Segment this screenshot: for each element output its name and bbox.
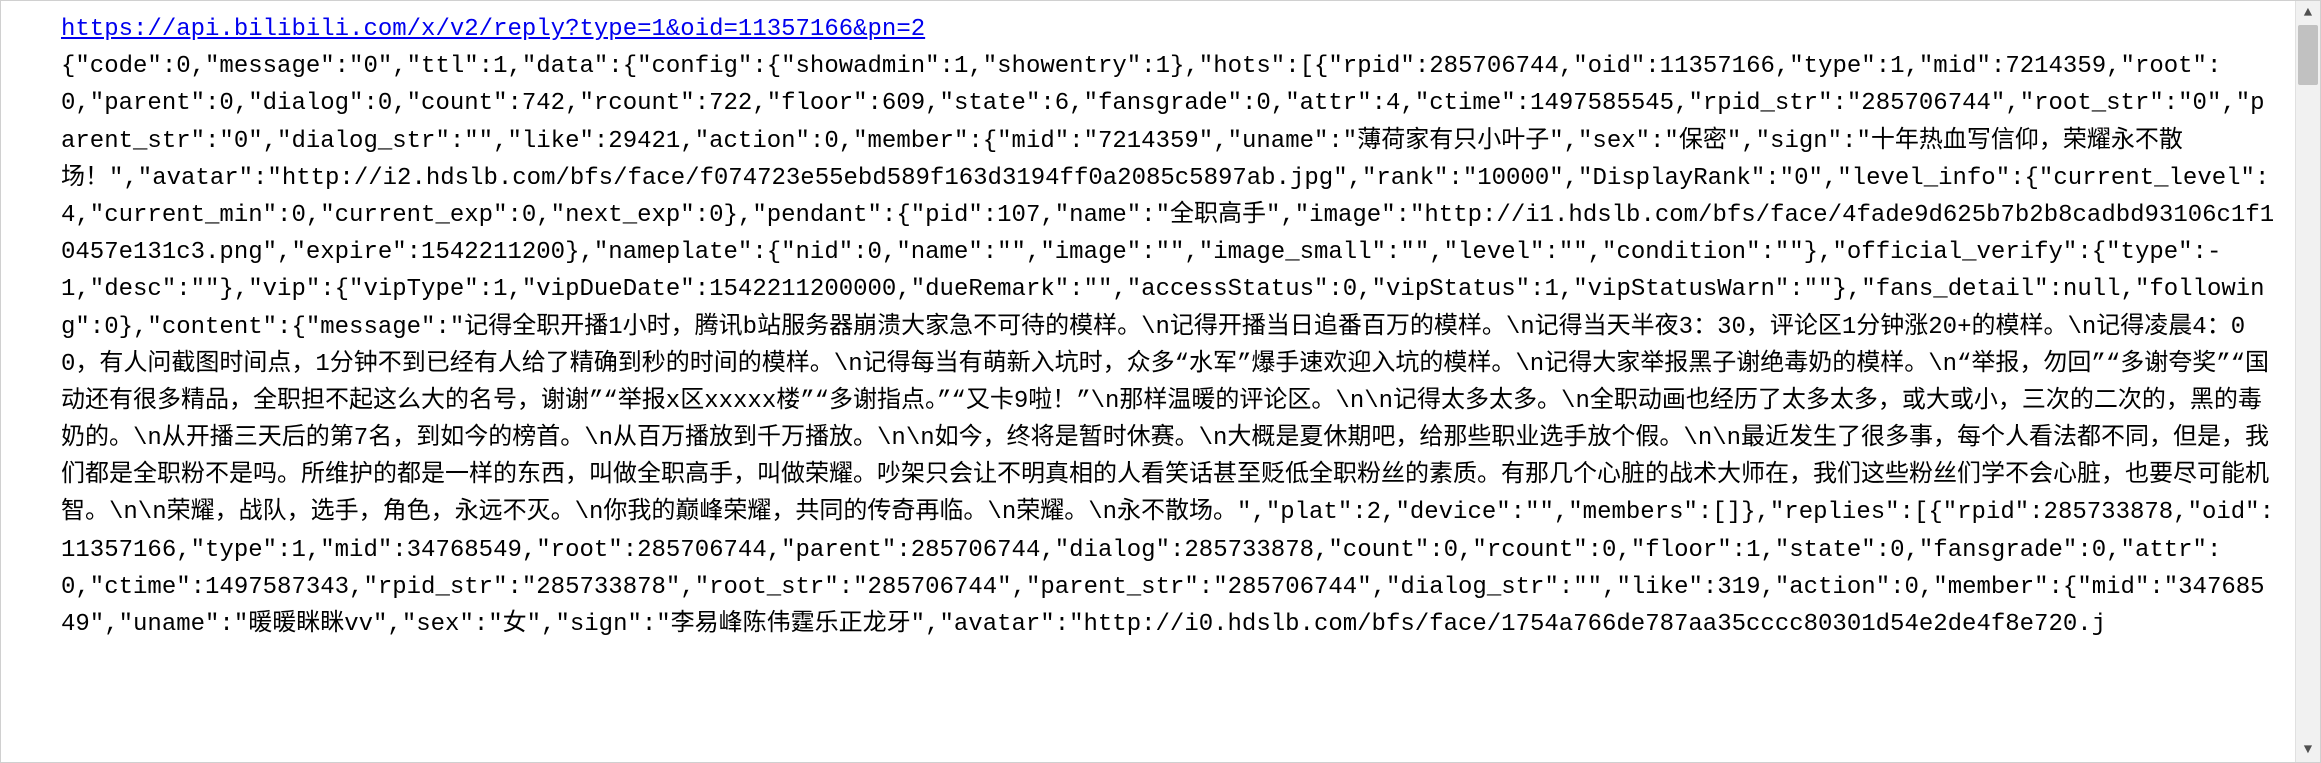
- scrollbar-thumb[interactable]: [2298, 25, 2318, 85]
- vertical-scrollbar[interactable]: ▲ ▼: [2295, 1, 2320, 762]
- scroll-up-button[interactable]: ▲: [2296, 1, 2320, 25]
- request-url[interactable]: https://api.bilibili.com/x/v2/reply?type…: [61, 16, 925, 43]
- chevron-down-icon: ▼: [2304, 743, 2312, 757]
- scrollbar-track[interactable]: [2296, 25, 2320, 738]
- api-response-viewer: https://api.bilibili.com/x/v2/reply?type…: [0, 0, 2321, 763]
- response-content-area: https://api.bilibili.com/x/v2/reply?type…: [1, 1, 2296, 762]
- scroll-down-button[interactable]: ▼: [2296, 738, 2320, 762]
- response-body: {"code":0,"message":"0","ttl":1,"data":{…: [61, 48, 2278, 643]
- chevron-up-icon: ▲: [2304, 6, 2312, 20]
